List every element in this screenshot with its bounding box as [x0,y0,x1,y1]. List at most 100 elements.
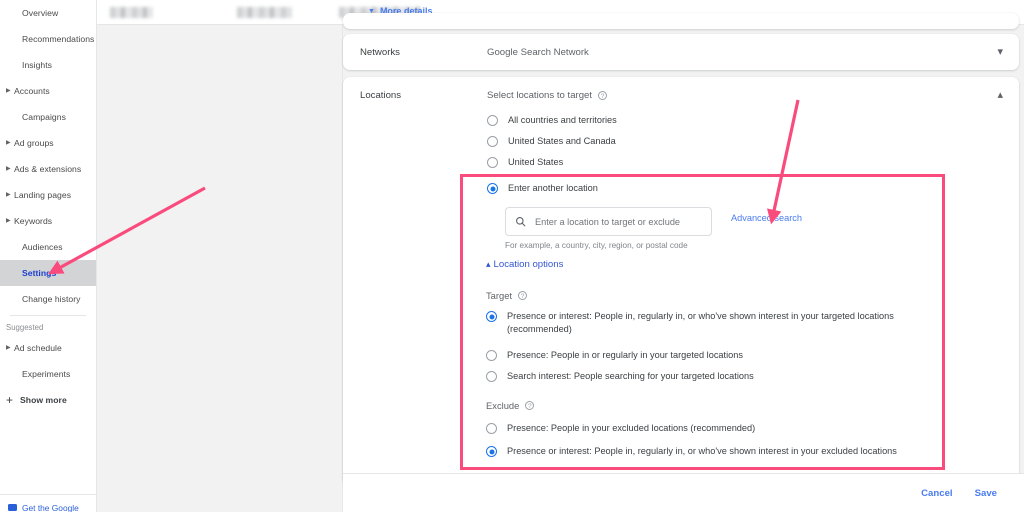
radio-label: United States [508,157,564,167]
sidebar-item-label: Show more [20,395,67,405]
chevron-right-icon: ▶ [6,218,11,224]
radio-indicator [487,157,498,168]
radio-indicator [487,136,498,147]
sidebar-item-show-more[interactable]: + Show more [0,387,96,413]
location-search-input[interactable] [535,216,702,227]
sidebar-group-title: Suggested [6,322,44,332]
sidebar-item-experiments[interactable]: Experiments [0,361,96,387]
radio-label: Presence or interest: People in, regular… [507,446,897,456]
help-icon[interactable]: ? [518,291,528,300]
chevron-up-icon[interactable]: ▴ [997,90,1003,101]
radio-label: Presence or interest: People in, regular… [507,311,894,334]
form-action-bar: Cancel Save [343,473,1024,512]
radio-label: Presence: People in your excluded locati… [507,423,756,433]
redacted-field-2 [237,7,292,18]
location-search-box[interactable] [505,207,712,236]
chevron-right-icon: ▶ [6,88,11,94]
chevron-down-icon[interactable]: ▾ [997,47,1003,58]
radio-exclude-presence-or-interest[interactable]: Presence or interest: People in, regular… [486,445,897,458]
sidebar-item-label: Overview [22,8,59,18]
sidebar-item-label: Campaigns [22,112,66,122]
location-search-hint: For example, a country, city, region, or… [505,241,688,250]
radio-united-states-and-canada[interactable]: United States and Canada [487,135,616,148]
radio-exclude-presence[interactable]: Presence: People in your excluded locati… [486,422,755,435]
sidebar-item-label: Recommendations [22,34,95,44]
radio-label: Enter another location [508,183,598,193]
sidebar-item-keywords[interactable]: ▶ Keywords [0,208,96,234]
radio-united-states[interactable]: United States [487,156,563,169]
sidebar-item-label: Ad groups [14,138,54,148]
exclude-heading-label: Exclude [486,400,520,411]
locations-card: Locations Select locations to target ? ▴… [343,77,1019,485]
radio-label: All countries and territories [508,115,617,125]
chevron-right-icon: ▶ [6,345,11,351]
sidebar-item-overview[interactable]: Overview [0,0,96,26]
sidebar-item-audiences[interactable]: Audiences [0,234,96,260]
radio-indicator [486,446,497,457]
sidebar-footer-promo[interactable]: Get the Google [0,494,96,512]
target-section-heading: Target ? [486,290,528,301]
sidebar-suggested-list: ▶ Ad schedule Experiments [0,335,96,387]
sidebar-item-campaigns[interactable]: Campaigns [0,104,96,130]
radio-all-countries[interactable]: All countries and territories [487,114,617,127]
help-icon[interactable]: ? [525,401,535,410]
sidebar-item-label: Settings [22,268,57,278]
sidebar-item-label: Ads & extensions [14,164,82,174]
sidebar-footer-label: Get the Google [22,503,79,512]
radio-target-presence-or-interest[interactable]: Presence or interest: People in, regular… [486,310,936,336]
save-button[interactable]: Save [975,488,997,499]
sidebar-item-ad-groups[interactable]: ▶ Ad groups [0,130,96,156]
location-options-toggle[interactable]: ▴ Location options [486,259,563,270]
sidebar-item-accounts[interactable]: ▶ Accounts [0,78,96,104]
chevron-right-icon: ▶ [6,140,11,146]
radio-indicator [486,371,497,382]
target-heading-label: Target [486,290,513,301]
sidebar-item-ad-schedule[interactable]: ▶ Ad schedule [0,335,96,361]
sidebar-item-ads-extensions[interactable]: ▶ Ads & extensions [0,156,96,182]
radio-indicator [486,423,497,434]
radio-label: United States and Canada [508,136,616,146]
sidebar-item-label: Insights [22,60,53,70]
radio-indicator [487,183,498,194]
select-locations-subtitle: Select locations to target ? [487,90,608,101]
sidebar-item-label: Landing pages [14,190,72,200]
exclude-section-heading: Exclude ? [486,400,535,411]
location-options-label: Location options [493,259,564,270]
radio-target-search-interest[interactable]: Search interest: People searching for yo… [486,370,754,383]
chevron-right-icon: ▶ [6,192,11,198]
sidebar-item-change-history[interactable]: Change history [0,286,96,312]
radio-indicator [486,311,497,322]
plus-icon: + [6,393,14,407]
networks-value: Google Search Network [487,47,589,58]
sidebar: Overview Recommendations Insights ▶ Accounts… [0,0,97,512]
select-locations-label: Select locations to target [487,90,593,101]
main-content: Networks Google Search Network ▾ Locatio… [343,13,1024,512]
advanced-search-link[interactable]: Advanced search [731,213,802,223]
sidebar-item-label: Experiments [22,369,71,379]
radio-target-presence[interactable]: Presence: People in or regularly in your… [486,349,743,362]
search-icon [515,216,526,227]
radio-indicator [487,115,498,126]
radio-label: Search interest: People searching for yo… [507,371,754,381]
sidebar-item-label: Ad schedule [14,343,62,353]
sidebar-item-label: Accounts [14,86,50,96]
radio-enter-another-location[interactable]: Enter another location [487,182,598,195]
chevron-up-icon: ▴ [486,259,491,269]
locations-label: Locations [360,90,402,101]
radio-label: Presence: People in or regularly in your… [507,350,743,360]
sidebar-nav-list: Overview Recommendations Insights ▶ Accounts… [0,0,96,312]
sidebar-divider [10,315,86,316]
sidebar-item-insights[interactable]: Insights [0,52,96,78]
sidebar-item-label: Audiences [22,242,63,252]
cancel-button[interactable]: Cancel [921,488,952,499]
sidebar-item-recommendations[interactable]: Recommendations [0,26,96,52]
help-icon[interactable]: ? [598,91,608,100]
radio-indicator [486,350,497,361]
sidebar-item-landing-pages[interactable]: ▶ Landing pages [0,182,96,208]
chevron-right-icon: ▶ [6,166,11,172]
redacted-field-1 [110,7,153,18]
networks-card[interactable]: Networks Google Search Network ▾ [343,34,1019,70]
settings-card-partial [343,13,1019,29]
sidebar-item-settings[interactable]: Settings [0,260,96,286]
sidebar-item-label: Keywords [14,216,53,226]
